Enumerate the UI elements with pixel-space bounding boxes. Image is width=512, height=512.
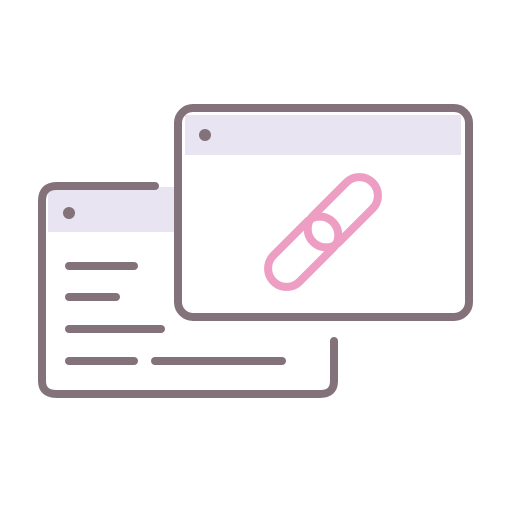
front-browser-window <box>174 104 473 321</box>
front-window-header-fill <box>185 115 461 155</box>
front-window-dot <box>199 129 211 141</box>
back-window-dot <box>63 207 75 219</box>
icon-canvas <box>0 0 512 512</box>
linked-browser-windows-icon <box>38 104 473 398</box>
